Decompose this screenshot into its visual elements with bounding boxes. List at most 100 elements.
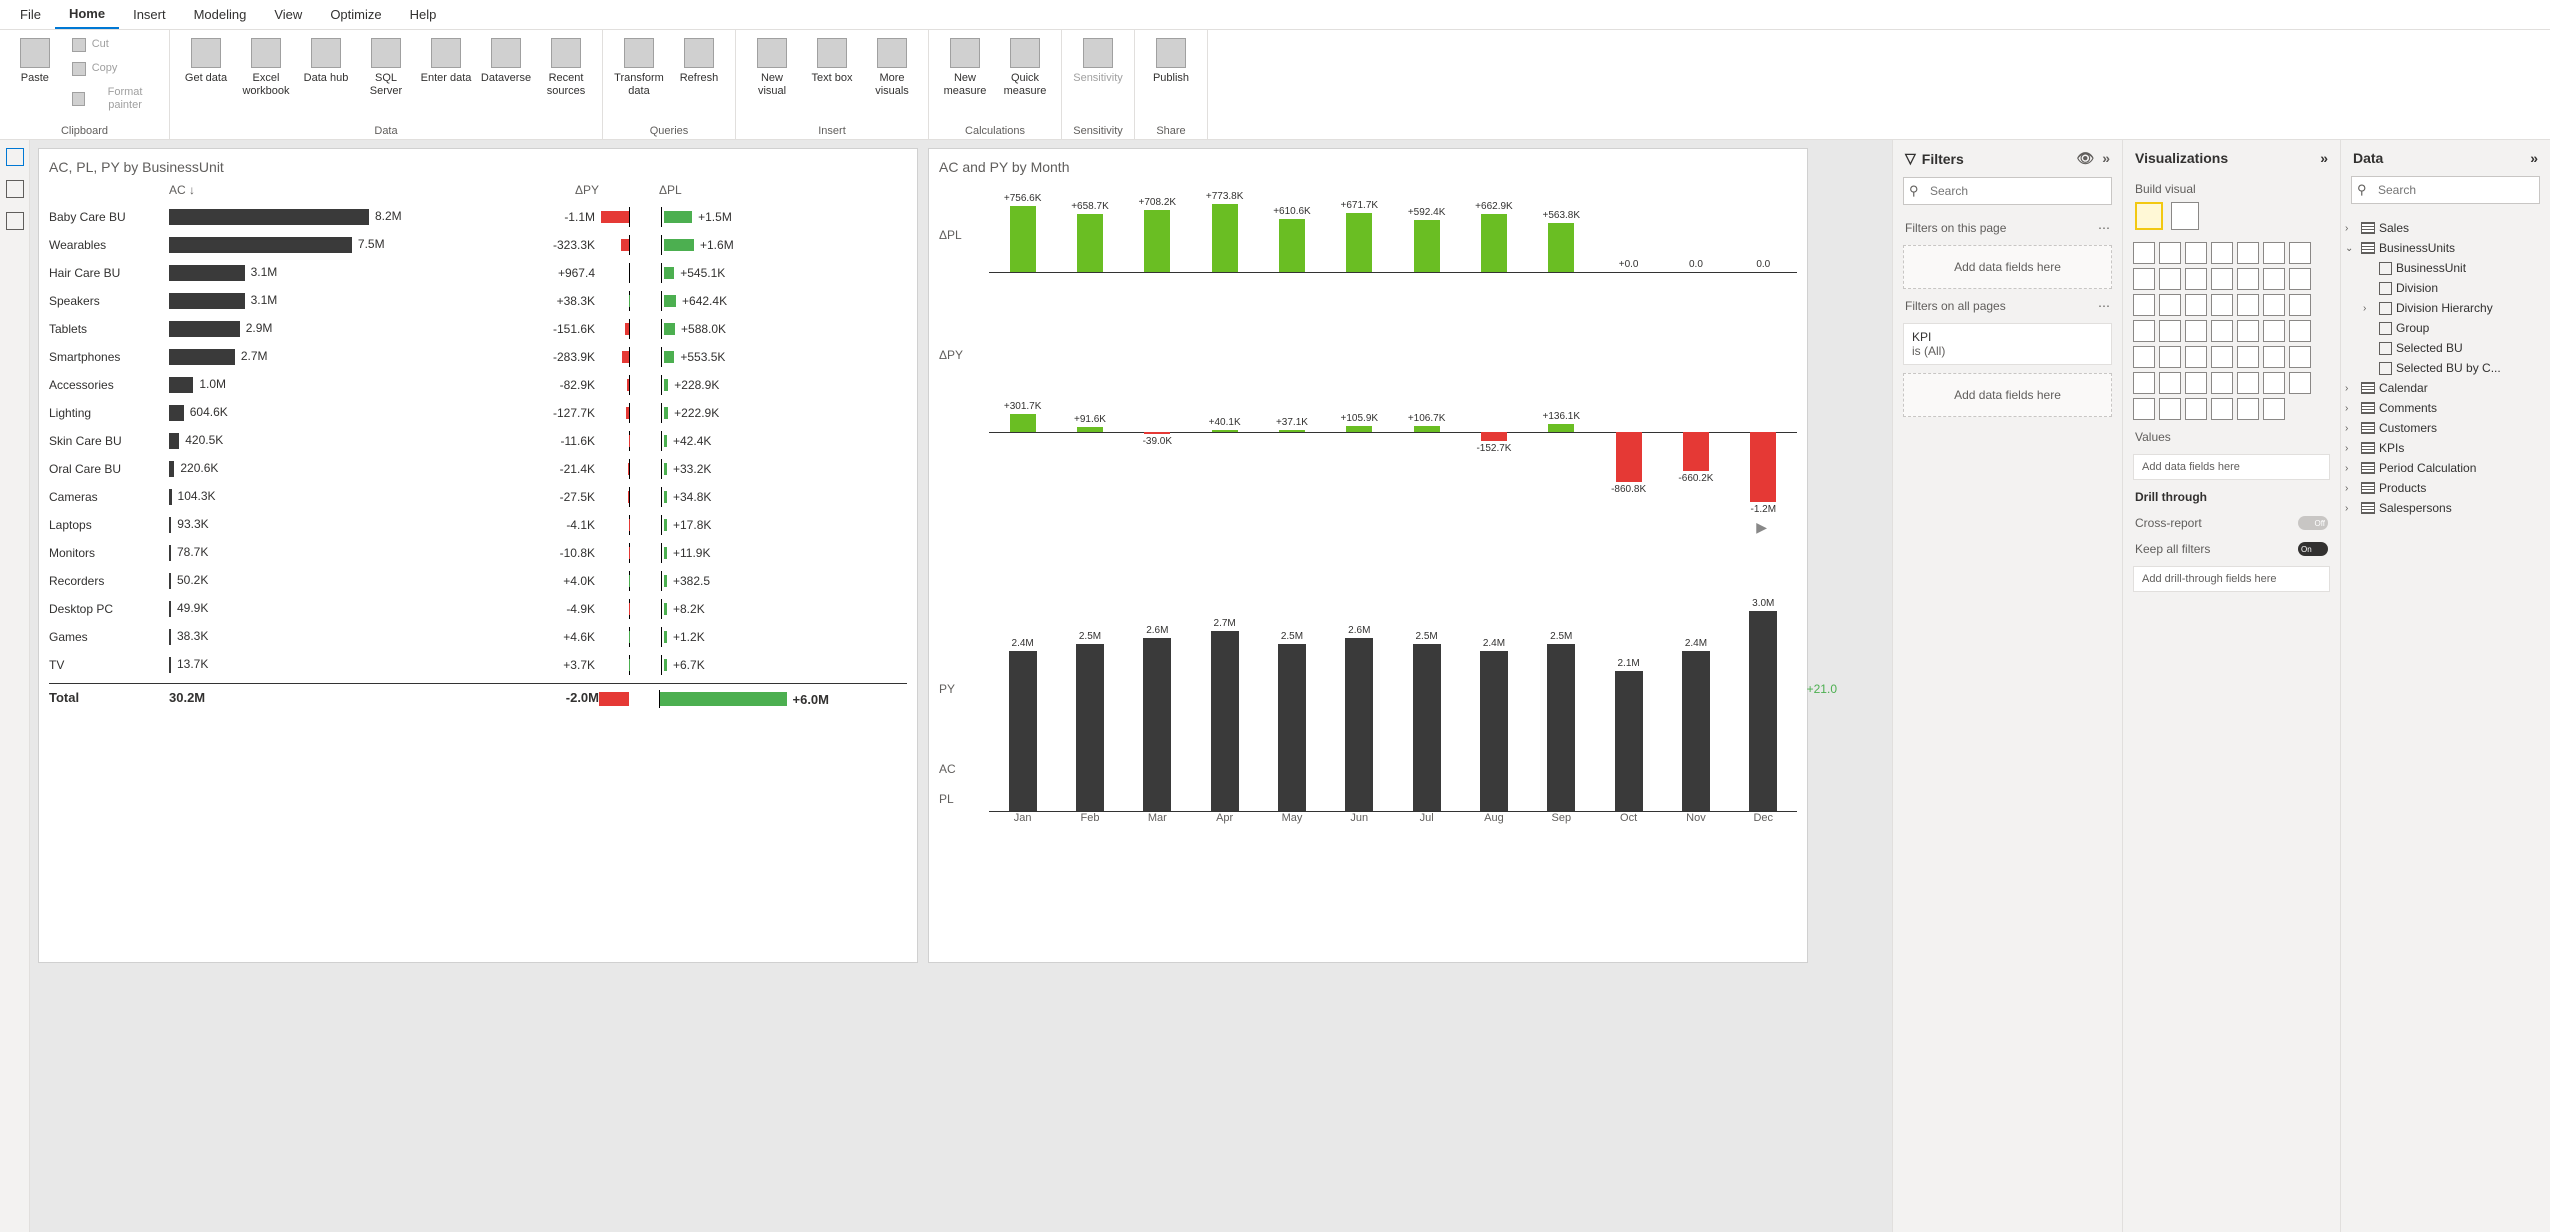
viz-type-icon[interactable] [2237, 398, 2259, 420]
table-node[interactable]: ›Salespersons [2345, 498, 2546, 518]
refresh-button[interactable]: Refresh [671, 34, 727, 89]
visual-month-chart[interactable]: AC and PY by Month ΔPL +756.6K+658.7K+70… [928, 148, 1808, 963]
viz-type-icon[interactable] [2289, 320, 2311, 342]
bu-row[interactable]: Monitors78.7K-10.8K+11.9K [49, 539, 907, 567]
bu-row[interactable]: Laptops93.3K-4.1K+17.8K [49, 511, 907, 539]
page-filter-drop[interactable]: Add data fields here [1903, 245, 2112, 289]
collapse-icon[interactable]: » [2102, 150, 2110, 167]
viz-type-icon[interactable] [2185, 320, 2207, 342]
cut-button[interactable]: Cut [70, 34, 161, 56]
field-node[interactable]: BusinessUnit [2345, 258, 2546, 278]
bu-row[interactable]: Oral Care BU220.6K-21.4K+33.2K [49, 455, 907, 483]
viz-type-icon[interactable] [2185, 398, 2207, 420]
bu-row[interactable]: Baby Care BU8.2M-1.1M+1.5M [49, 203, 907, 231]
field-node[interactable]: Group [2345, 318, 2546, 338]
format-painter-button[interactable]: Format painter [70, 82, 161, 116]
bu-row[interactable]: Tablets2.9M-151.6K+588.0K [49, 315, 907, 343]
text-box-button[interactable]: Text box [804, 34, 860, 89]
viz-type-icon[interactable] [2185, 372, 2207, 394]
bu-row[interactable]: Desktop PC49.9K-4.9K+8.2K [49, 595, 907, 623]
visual-bu-chart[interactable]: AC, PL, PY by BusinessUnit AC ↓ ΔPY ΔPL … [38, 148, 918, 963]
keep-filters-toggle[interactable]: On [2298, 542, 2328, 556]
viz-type-icon[interactable] [2159, 372, 2181, 394]
viz-type-icon[interactable] [2263, 268, 2285, 290]
viz-type-icon[interactable] [2133, 372, 2155, 394]
menu-home[interactable]: Home [55, 0, 119, 29]
field-node[interactable]: Division [2345, 278, 2546, 298]
bu-row[interactable]: Recorders50.2K+4.0K+382.5 [49, 567, 907, 595]
viz-type-icon[interactable] [2263, 372, 2285, 394]
viz-type-icon[interactable] [2133, 242, 2155, 264]
model-view-icon[interactable] [6, 212, 24, 230]
field-node[interactable]: ›Division Hierarchy [2345, 298, 2546, 318]
viz-type-icon[interactable] [2211, 398, 2233, 420]
viz-type-icon[interactable] [2185, 242, 2207, 264]
viz-type-icon[interactable] [2159, 242, 2181, 264]
table-view-icon[interactable] [6, 180, 24, 198]
new-measure-button[interactable]: New measure [937, 34, 993, 102]
viz-type-icon[interactable] [2289, 242, 2311, 264]
viz-type-icon[interactable] [2159, 346, 2181, 368]
filter-search-input[interactable] [1903, 177, 2112, 205]
viz-type-icon[interactable] [2133, 320, 2155, 342]
expand-icon[interactable]: » [2530, 150, 2538, 166]
table-node[interactable]: ›Period Calculation [2345, 458, 2546, 478]
table-node[interactable]: ›Sales [2345, 218, 2546, 238]
field-checkbox[interactable] [2379, 362, 2392, 375]
data-search-input[interactable] [2351, 176, 2540, 204]
viz-type-icon[interactable] [2211, 268, 2233, 290]
bu-row[interactable]: TV13.7K+3.7K+6.7K [49, 651, 907, 679]
hide-icon[interactable]: 👁 [2076, 150, 2094, 167]
menu-insert[interactable]: Insert [119, 0, 180, 29]
viz-type-icon[interactable] [2159, 294, 2181, 316]
viz-type-icon[interactable] [2133, 346, 2155, 368]
get-data-button[interactable]: Get data [178, 34, 234, 89]
more-icon[interactable]: ⋯ [2098, 299, 2110, 313]
viz-type-icon[interactable] [2133, 294, 2155, 316]
more-icon[interactable]: ⋯ [2098, 221, 2110, 235]
viz-type-icon[interactable] [2263, 320, 2285, 342]
bu-row[interactable]: Skin Care BU420.5K-11.6K+42.4K [49, 427, 907, 455]
viz-type-icon[interactable] [2211, 372, 2233, 394]
table-node[interactable]: ›Comments [2345, 398, 2546, 418]
viz-type-icon[interactable] [2133, 268, 2155, 290]
format-visual-tab[interactable] [2171, 202, 2199, 230]
new-visual-button[interactable]: New visual [744, 34, 800, 102]
kpi-filter-card[interactable]: KPI is (All) [1903, 323, 2112, 365]
values-drop[interactable]: Add data fields here [2133, 454, 2330, 480]
report-canvas[interactable]: AC, PL, PY by BusinessUnit AC ↓ ΔPY ΔPL … [30, 140, 1892, 1232]
viz-type-icon[interactable] [2289, 346, 2311, 368]
table-node[interactable]: ›Calendar [2345, 378, 2546, 398]
bu-row[interactable]: Speakers3.1M+38.3K+642.4K [49, 287, 907, 315]
field-checkbox[interactable] [2379, 302, 2392, 315]
menu-file[interactable]: File [6, 0, 55, 29]
recent-sources-button[interactable]: Recent sources [538, 34, 594, 102]
field-node[interactable]: Selected BU by C... [2345, 358, 2546, 378]
viz-type-icon[interactable] [2263, 346, 2285, 368]
field-checkbox[interactable] [2379, 322, 2392, 335]
bu-row[interactable]: Hair Care BU3.1M+967.4+545.1K [49, 259, 907, 287]
viz-type-icon[interactable] [2185, 294, 2207, 316]
viz-type-icon[interactable] [2211, 294, 2233, 316]
bu-row[interactable]: Games38.3K+4.6K+1.2K [49, 623, 907, 651]
table-node[interactable]: ›Customers [2345, 418, 2546, 438]
viz-type-icon[interactable] [2185, 268, 2207, 290]
excel-button[interactable]: Excel workbook [238, 34, 294, 102]
viz-type-icon[interactable] [2133, 398, 2155, 420]
menu-optimize[interactable]: Optimize [316, 0, 395, 29]
expand-icon[interactable]: » [2320, 150, 2328, 166]
dataverse-button[interactable]: Dataverse [478, 34, 534, 89]
more-visuals-button[interactable]: More visuals [864, 34, 920, 102]
menu-modeling[interactable]: Modeling [180, 0, 261, 29]
bu-row[interactable]: Cameras104.3K-27.5K+34.8K [49, 483, 907, 511]
viz-type-icon[interactable] [2211, 346, 2233, 368]
menu-help[interactable]: Help [396, 0, 451, 29]
field-checkbox[interactable] [2379, 342, 2392, 355]
viz-type-icon[interactable] [2237, 242, 2259, 264]
viz-type-icon[interactable] [2185, 346, 2207, 368]
paste-button[interactable]: Paste [8, 34, 62, 89]
field-node[interactable]: Selected BU [2345, 338, 2546, 358]
viz-type-icon[interactable] [2237, 294, 2259, 316]
viz-type-icon[interactable] [2263, 294, 2285, 316]
enter-data-button[interactable]: Enter data [418, 34, 474, 89]
